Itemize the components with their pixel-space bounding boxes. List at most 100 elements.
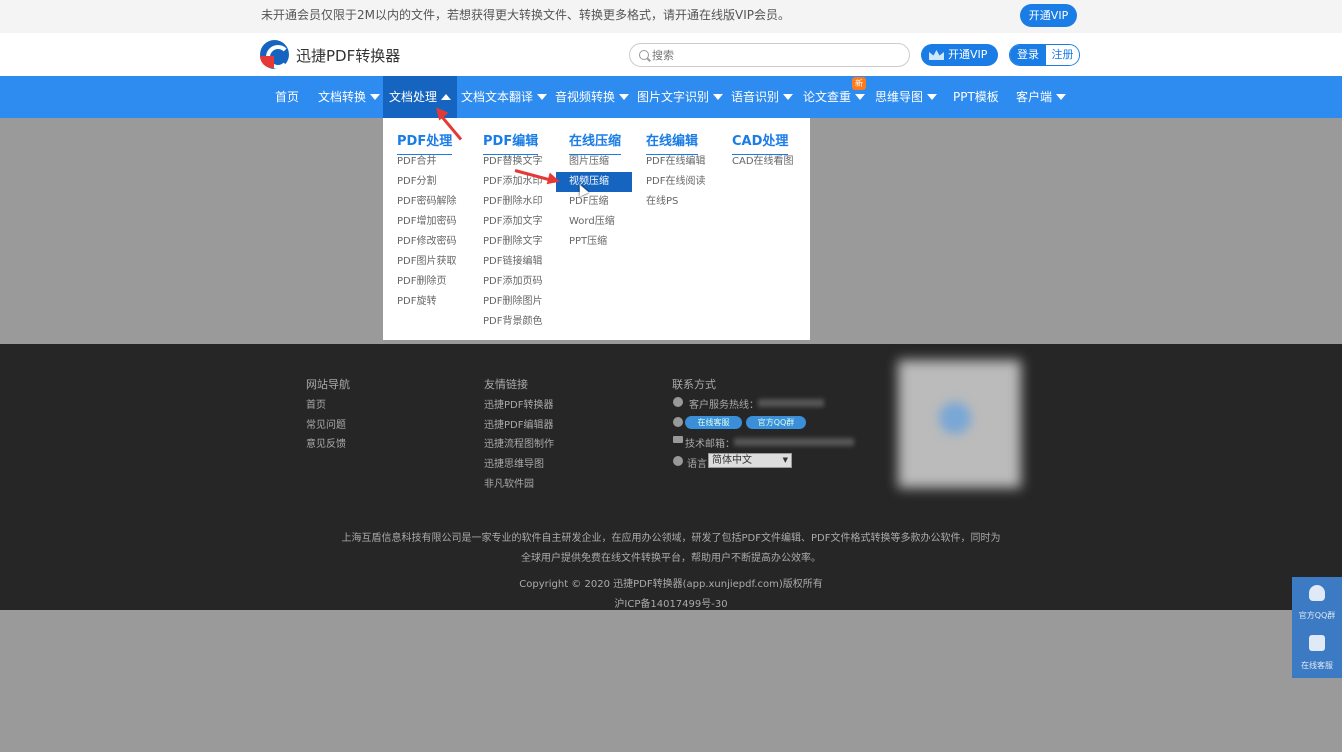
- nav-label: 图片文字识别: [637, 90, 710, 104]
- menu-item[interactable]: CAD在线看图: [732, 152, 794, 172]
- mail-icon: [673, 436, 683, 443]
- side-online-service-button[interactable]: 在线客服: [1292, 627, 1342, 678]
- menu-item[interactable]: PDF删除页: [397, 272, 446, 292]
- email-blurred: [734, 438, 854, 446]
- chevron-down-icon: [855, 94, 866, 100]
- footer-link[interactable]: 迅捷思维导图: [484, 455, 544, 470]
- language-select[interactable]: 简体中文: [708, 453, 792, 468]
- menu-item[interactable]: 在线PS: [646, 192, 678, 212]
- chevron-down-icon: [1056, 94, 1067, 100]
- menu-item[interactable]: PDF合并: [397, 152, 436, 172]
- nav-item-client[interactable]: 客户端: [1016, 76, 1067, 118]
- menu-item[interactable]: PDF替换文字: [483, 152, 542, 172]
- chevron-down-icon: [370, 94, 381, 100]
- menu-item[interactable]: PDF图片获取: [397, 252, 456, 272]
- nav-label: 客户端: [1016, 90, 1053, 104]
- menu-item[interactable]: PDF删除水印: [483, 192, 542, 212]
- logo-text[interactable]: 迅捷PDF转换器: [296, 45, 400, 66]
- menu-item[interactable]: 图片压缩: [569, 152, 609, 172]
- language-label: 语言: [687, 459, 707, 470]
- nav-label: 文档文本翻译: [461, 90, 534, 104]
- notice-text: 未开通会员仅限于2M以内的文件，若想获得更大转换文件、转换更多格式，请开通在线版…: [261, 8, 790, 22]
- nav-item-speech[interactable]: 语音识别: [731, 76, 794, 118]
- footer-link[interactable]: 非凡软件园: [484, 475, 534, 490]
- nav-item-ppt[interactable]: PPT模板: [953, 76, 999, 118]
- menu-item-video-compress[interactable]: 视频压缩: [556, 172, 632, 192]
- menu-item[interactable]: PDF压缩: [569, 192, 608, 212]
- chevron-up-icon: [441, 94, 452, 100]
- search-box[interactable]: [629, 43, 910, 67]
- qq-icon: [1309, 585, 1325, 601]
- email-label: 技术邮箱：: [685, 439, 735, 450]
- bottom-overlay: [0, 610, 1342, 752]
- nav-item-av-convert[interactable]: 音视频转换: [555, 76, 630, 118]
- chevron-down-icon: [537, 94, 548, 100]
- doc-process-dropdown: PDF处理 PDF合并 PDF分割 PDF密码解除 PDF增加密码 PDF修改密…: [383, 118, 810, 340]
- menu-item[interactable]: PDF添加文字: [483, 212, 542, 232]
- chevron-down-icon: [713, 94, 724, 100]
- menu-item[interactable]: PPT压缩: [569, 232, 607, 252]
- chevron-down-icon: [619, 94, 630, 100]
- menu-item[interactable]: PDF修改密码: [397, 232, 456, 252]
- nav-label: 文档转换: [318, 90, 367, 104]
- footer-link[interactable]: 意见反馈: [306, 435, 346, 450]
- nav-item-ocr[interactable]: 图片文字识别: [637, 76, 724, 118]
- nav-label: 文档处理: [389, 90, 438, 104]
- side-service-label: 在线客服: [1301, 661, 1333, 670]
- hotline-blurred: [758, 399, 824, 407]
- menu-item[interactable]: PDF链接编辑: [483, 252, 542, 272]
- qr-logo-icon: [939, 402, 971, 434]
- menu-item[interactable]: PDF增加密码: [397, 212, 456, 232]
- menu-item[interactable]: PDF删除文字: [483, 232, 542, 252]
- company-description-1: 上海互盾信息科技有限公司是一家专业的软件自主研发企业，在应用办公领域，研发了包括…: [341, 533, 1001, 544]
- nav-label: 论文查重: [803, 90, 852, 104]
- qq-group-button[interactable]: 官方QQ群: [746, 416, 806, 429]
- side-float-panel: 官方QQ群 在线客服: [1292, 577, 1342, 678]
- nav-item-doc-convert[interactable]: 文档转换: [318, 76, 381, 118]
- crown-icon: [929, 50, 944, 60]
- login-button[interactable]: 登录: [1010, 45, 1046, 65]
- nav-label: 音视频转换: [555, 90, 616, 104]
- company-description-2: 全球用户提供免费在线文件转换平台，帮助用户不断提高办公效率。: [521, 553, 821, 564]
- footer-contact-title: 联系方式: [672, 378, 716, 391]
- nav-label: 语音识别: [731, 90, 780, 104]
- copyright: Copyright © 2020 迅捷PDF转换器(app.xunjiepdf.…: [519, 579, 823, 590]
- menu-item[interactable]: PDF在线编辑: [646, 152, 705, 172]
- register-button[interactable]: 注册: [1046, 45, 1079, 65]
- footer-link[interactable]: 迅捷PDF转换器: [484, 396, 553, 411]
- logo-icon[interactable]: [260, 40, 290, 69]
- footer-link[interactable]: 迅捷PDF编辑器: [484, 416, 553, 431]
- nav-item-mindmap[interactable]: 思维导图: [875, 76, 938, 118]
- online-service-button[interactable]: 在线客服: [685, 416, 742, 429]
- notice-vip-button[interactable]: 开通VIP: [1020, 4, 1077, 27]
- top-notice-bar: 未开通会员仅限于2M以内的文件，若想获得更大转换文件、转换更多格式，请开通在线版…: [0, 0, 1342, 33]
- menu-item[interactable]: PDF分割: [397, 172, 436, 192]
- footer-link[interactable]: 首页: [306, 396, 326, 411]
- menu-item[interactable]: PDF旋转: [397, 292, 436, 312]
- footer-friends-title: 友情链接: [484, 378, 528, 391]
- menu-item[interactable]: PDF删除图片: [483, 292, 542, 312]
- side-qq-group-button[interactable]: 官方QQ群: [1292, 577, 1342, 627]
- nav-label: 思维导图: [875, 90, 924, 104]
- search-icon[interactable]: [639, 50, 649, 60]
- header-vip-label: 开通VIP: [948, 48, 988, 61]
- menu-item[interactable]: PDF添加页码: [483, 272, 542, 292]
- nav-item-doc-translate[interactable]: 文档文本翻译: [461, 76, 548, 118]
- search-input[interactable]: [652, 47, 892, 63]
- footer-link[interactable]: 迅捷流程图制作: [484, 435, 554, 450]
- menu-item[interactable]: Word压缩: [569, 212, 615, 232]
- chat-icon: [1309, 635, 1325, 651]
- menu-item[interactable]: PDF密码解除: [397, 192, 456, 212]
- main-nav: 首页 文档转换 文档处理 文档文本翻译 音视频转换 图片文字识别 语音识别 论文…: [0, 76, 1342, 118]
- footer-link[interactable]: 常见问题: [306, 416, 346, 431]
- footer-nav-title: 网站导航: [306, 378, 350, 391]
- icp-record[interactable]: 沪ICP备14017499号-30: [0, 595, 1342, 610]
- new-badge: 新: [852, 77, 866, 90]
- chevron-down-icon: [927, 94, 938, 100]
- menu-item[interactable]: PDF在线阅读: [646, 172, 705, 192]
- nav-item-home[interactable]: 首页: [275, 76, 299, 118]
- globe-icon: [673, 456, 683, 466]
- header-vip-button[interactable]: 开通VIP: [921, 44, 998, 66]
- menu-item[interactable]: PDF背景颜色: [483, 312, 542, 332]
- auth-buttons: 登录 注册: [1009, 44, 1080, 66]
